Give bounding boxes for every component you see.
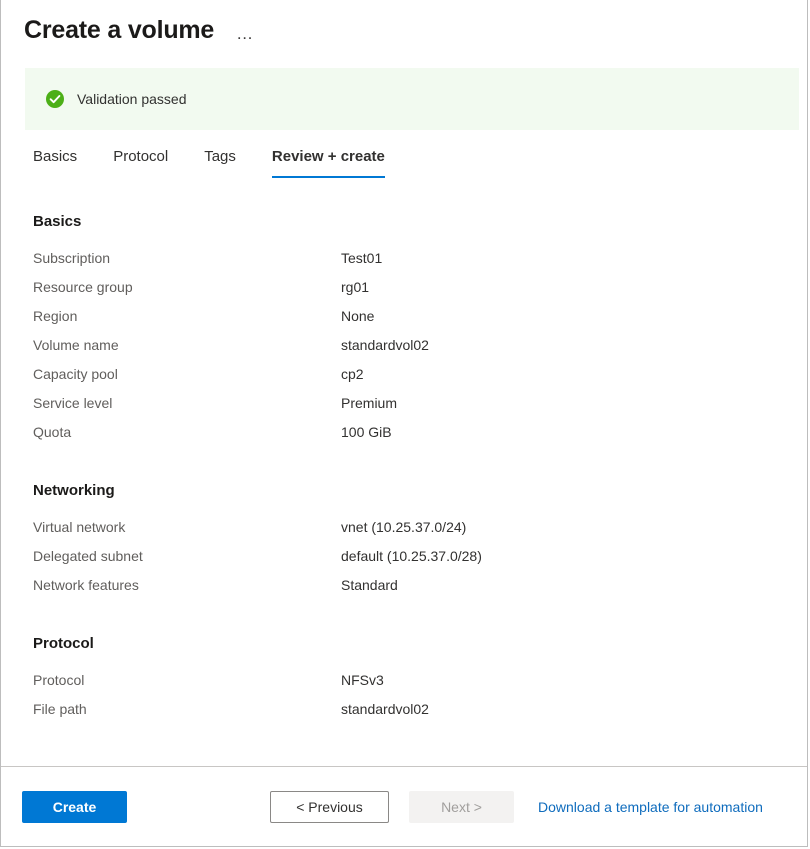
- row-label: Region: [33, 306, 341, 326]
- row-label: Delegated subnet: [33, 546, 341, 566]
- section-networking: Networking Virtual network vnet (10.25.3…: [33, 481, 807, 604]
- summary-row: Network features Standard: [33, 575, 807, 604]
- row-value: Premium: [341, 393, 397, 413]
- row-value: default (10.25.37.0/28): [341, 546, 482, 566]
- summary-row: File path standardvol02: [33, 699, 807, 728]
- summary-row: Service level Premium: [33, 393, 807, 422]
- row-value: vnet (10.25.37.0/24): [341, 517, 466, 537]
- section-title: Protocol: [33, 634, 807, 654]
- next-button: Next >: [409, 791, 514, 823]
- validation-message: Validation passed: [77, 89, 186, 109]
- section-basics: Basics Subscription Test01 Resource grou…: [33, 212, 807, 451]
- section-title: Networking: [33, 481, 807, 501]
- summary-row: Volume name standardvol02: [33, 335, 807, 364]
- row-value: 100 GiB: [341, 422, 392, 442]
- row-label: Volume name: [33, 335, 341, 355]
- row-label: Service level: [33, 393, 341, 413]
- check-circle-icon: [45, 89, 65, 109]
- ellipsis-icon[interactable]: …: [232, 27, 259, 41]
- tab-bar: Basics Protocol Tags Review + create: [1, 140, 807, 178]
- row-value: cp2: [341, 364, 364, 384]
- summary-row: Virtual network vnet (10.25.37.0/24): [33, 517, 807, 546]
- summary-row: Protocol NFSv3: [33, 670, 807, 699]
- blade-header: Create a volume …: [1, 0, 807, 56]
- blade-footer: Create < Previous Next > Download a temp…: [1, 766, 807, 846]
- summary-row: Resource group rg01: [33, 277, 807, 306]
- tab-basics[interactable]: Basics: [33, 147, 77, 178]
- row-label: Quota: [33, 422, 341, 442]
- download-template-link[interactable]: Download a template for automation: [538, 799, 763, 815]
- summary-row: Quota 100 GiB: [33, 422, 807, 451]
- tab-review-create[interactable]: Review + create: [272, 147, 385, 178]
- page-title: Create a volume: [24, 14, 214, 46]
- summary-row: Region None: [33, 306, 807, 335]
- section-protocol: Protocol Protocol NFSv3 File path standa…: [33, 634, 807, 728]
- review-content: Basics Subscription Test01 Resource grou…: [1, 178, 807, 766]
- summary-row: Delegated subnet default (10.25.37.0/28): [33, 546, 807, 575]
- section-title: Basics: [33, 212, 807, 232]
- row-label: Network features: [33, 575, 341, 595]
- row-value: standardvol02: [341, 335, 429, 355]
- row-label: File path: [33, 699, 341, 719]
- row-value: NFSv3: [341, 670, 384, 690]
- row-label: Subscription: [33, 248, 341, 268]
- validation-banner: Validation passed: [25, 68, 799, 130]
- summary-row: Subscription Test01: [33, 248, 807, 277]
- create-button[interactable]: Create: [22, 791, 127, 823]
- row-label: Virtual network: [33, 517, 341, 537]
- create-volume-blade: Create a volume … Validation passed Basi…: [0, 0, 808, 847]
- row-value: rg01: [341, 277, 369, 297]
- tab-protocol[interactable]: Protocol: [113, 147, 168, 178]
- row-value: Standard: [341, 575, 398, 595]
- row-value: Test01: [341, 248, 382, 268]
- previous-button[interactable]: < Previous: [270, 791, 389, 823]
- row-value: None: [341, 306, 374, 326]
- tab-tags[interactable]: Tags: [204, 147, 236, 178]
- row-label: Protocol: [33, 670, 341, 690]
- row-label: Capacity pool: [33, 364, 341, 384]
- row-value: standardvol02: [341, 699, 429, 719]
- summary-row: Capacity pool cp2: [33, 364, 807, 393]
- row-label: Resource group: [33, 277, 341, 297]
